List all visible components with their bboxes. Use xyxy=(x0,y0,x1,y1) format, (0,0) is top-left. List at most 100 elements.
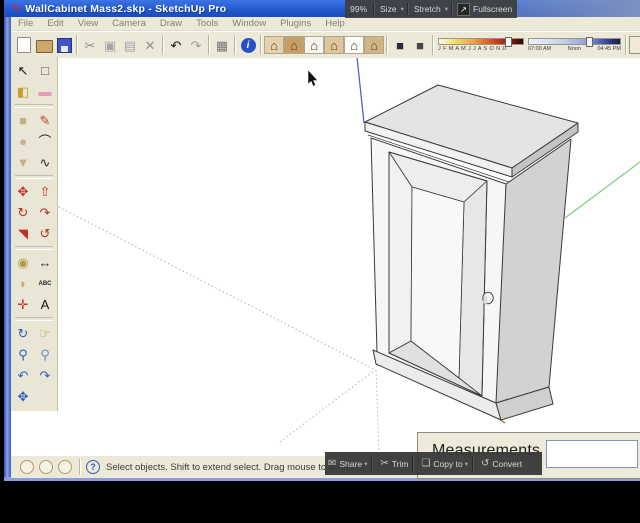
view-left-icon[interactable]: ⌂ xyxy=(364,36,384,54)
pan-tool[interactable]: ☞ xyxy=(34,323,56,344)
view-back-icon[interactable]: ⌂ xyxy=(344,36,364,54)
text-3d-tool[interactable]: A xyxy=(34,294,56,315)
new-glyph xyxy=(17,37,31,53)
toolbar: ✂ ▣ ▤ ✕ ↶ ↷ ▦ i ⌂ ⌂ ⌂ ⌂ ⌂ ⌂ ■ ■ J F M A M J J A S O N D 0… xyxy=(11,31,640,58)
share-caret-icon[interactable]: ▾ xyxy=(364,460,367,468)
circle-tool[interactable]: ● xyxy=(12,131,34,152)
paste-icon[interactable]: ▤ xyxy=(120,35,140,56)
toolbar-separator xyxy=(260,35,262,55)
geo-status-icon[interactable] xyxy=(19,460,34,474)
shadow-date-slider-gradient[interactable] xyxy=(438,37,524,47)
view-top-icon[interactable]: ⌂ xyxy=(284,36,304,54)
push-pull-tool[interactable]: ⇧ xyxy=(34,181,56,202)
dimension-tool[interactable]: ↔ xyxy=(34,252,56,273)
line-tool[interactable]: ✎ xyxy=(34,110,56,131)
polygon-tool[interactable]: ▼ xyxy=(12,152,34,173)
scale-tool[interactable]: ◥ xyxy=(12,223,34,244)
axes-tool[interactable]: ✛ xyxy=(12,294,34,315)
menu-edit[interactable]: Edit xyxy=(40,17,70,30)
zoom-extents-tool[interactable]: ✥ xyxy=(12,386,34,407)
door-bevel-left xyxy=(388,151,413,354)
erase-icon[interactable]: ✕ xyxy=(140,35,160,56)
menu-file[interactable]: File xyxy=(11,17,40,30)
menu-tools[interactable]: Tools xyxy=(189,17,225,30)
protractor-tool[interactable]: ◗ xyxy=(12,273,34,294)
save-icon[interactable] xyxy=(54,35,74,56)
cut-icon[interactable]: ✂ xyxy=(80,35,100,56)
redo-glyph: ↷ xyxy=(190,37,202,53)
shadow-settings-icon[interactable]: ■ xyxy=(390,35,410,56)
undo-icon[interactable]: ↶ xyxy=(166,35,186,56)
eraser-tool[interactable]: ▬ xyxy=(34,81,56,102)
cabinet-door[interactable] xyxy=(388,151,488,397)
copy-icon[interactable]: ▣ xyxy=(100,35,120,56)
share-icon: ✉ xyxy=(328,458,337,469)
stretch-caret-icon[interactable]: ▾ xyxy=(445,5,448,13)
menu-window[interactable]: Window xyxy=(225,17,273,30)
cabinet-right-face[interactable] xyxy=(495,138,572,404)
move-tool[interactable]: ✥ xyxy=(12,181,34,202)
shadow-time-slider-slider-handle[interactable] xyxy=(585,37,593,47)
zoom-next-tool[interactable]: ↷ xyxy=(34,365,56,386)
menu-plugins[interactable]: Plugins xyxy=(273,17,318,30)
menu-draw[interactable]: Draw xyxy=(153,17,189,30)
follow-me-tool[interactable]: ↷ xyxy=(34,202,56,223)
drawing-canvas[interactable] xyxy=(11,57,640,455)
view-right-glyph: ⌂ xyxy=(330,37,338,53)
freehand-tool[interactable]: ∿ xyxy=(34,152,56,173)
capture-stretch-button[interactable]: Stretch xyxy=(412,4,443,14)
zoom-tool[interactable]: ⚲ xyxy=(12,344,34,365)
copy-to-button[interactable]: Copy to xyxy=(433,459,462,469)
shadow-date-slider[interactable]: J F M A M J J A S O N D xyxy=(438,37,524,52)
arc-tool[interactable]: ⌒ xyxy=(34,131,56,152)
shadow-time-slider-gradient[interactable] xyxy=(528,37,621,47)
shadow-toggle-icon[interactable]: ■ xyxy=(410,35,430,56)
copy-to-caret-icon[interactable]: ▾ xyxy=(465,460,468,468)
redo-icon[interactable]: ↷ xyxy=(186,35,206,56)
shadow-time-slider[interactable]: 07:00 AM Noon 04:45 PM xyxy=(528,37,621,52)
trim-button[interactable]: Trim xyxy=(392,459,409,469)
sign-in-status-icon[interactable] xyxy=(57,460,72,474)
print-icon[interactable]: ▦ xyxy=(212,35,232,56)
measurements-input[interactable] xyxy=(546,440,638,468)
menu-camera[interactable]: Camera xyxy=(105,17,153,30)
help-icon[interactable]: i xyxy=(238,35,258,56)
tool-palette: ↖ □ ◧ ▬ ■ ✎ ● ⌒ ▼ ∿ ✥ ⇧ ↻ ↷ ◥ ↺ ◉ ↔ ◗ ABC ✛ A ↻ ☞ ⚲ ⚲ ↶ ↷ ✥ xyxy=(11,57,58,411)
share-button[interactable]: Share xyxy=(339,459,362,469)
toolbar-separator xyxy=(162,35,164,55)
shadow-date-slider-slider-handle[interactable] xyxy=(505,37,513,47)
window-title: WallCabinet Mass2.skp - SketchUp Pro xyxy=(25,2,227,15)
toolbar-separator xyxy=(234,35,236,55)
overlay-separator xyxy=(471,456,474,471)
new-icon[interactable] xyxy=(14,35,34,56)
view-right-icon[interactable]: ⌂ xyxy=(324,36,344,54)
menu-view[interactable]: View xyxy=(71,17,105,30)
shadow-settings-glyph: ■ xyxy=(396,37,404,53)
offset-tool[interactable]: ↺ xyxy=(34,223,56,244)
select-tool[interactable]: ↖ xyxy=(12,60,34,81)
zoom-window-tool[interactable]: ⚲ xyxy=(34,344,56,365)
make-component-tool[interactable]: □ xyxy=(34,60,56,81)
tape-measure-tool[interactable]: ◉ xyxy=(12,252,34,273)
fullscreen-icon[interactable]: ↗ xyxy=(457,2,471,16)
zoom-previous-tool[interactable]: ↶ xyxy=(12,365,34,386)
size-caret-icon[interactable]: ▾ xyxy=(401,5,404,13)
rectangle-tool[interactable]: ■ xyxy=(12,110,34,131)
view-front-icon[interactable]: ⌂ xyxy=(304,36,324,54)
door-knob-shade xyxy=(483,295,488,305)
green-axis xyxy=(564,161,640,219)
cabinet-model[interactable] xyxy=(364,84,579,421)
rotate-tool[interactable]: ↻ xyxy=(12,202,34,223)
view-iso-icon[interactable]: ⌂ xyxy=(264,36,284,54)
capture-size-button[interactable]: Size xyxy=(378,4,399,14)
claim-model-icon[interactable] xyxy=(38,460,53,474)
orbit-tool[interactable]: ↻ xyxy=(12,323,34,344)
title-bar[interactable]: ✎ WallCabinet Mass2.skp - SketchUp Pro xyxy=(4,0,640,17)
menu-help[interactable]: Help xyxy=(318,17,352,30)
text-tool[interactable]: ABC xyxy=(34,273,56,294)
open-icon[interactable] xyxy=(34,35,54,56)
model-viewport[interactable] xyxy=(11,57,640,455)
paint-bucket-tool[interactable]: ◧ xyxy=(12,81,34,102)
convert-button[interactable]: Convert xyxy=(492,459,522,469)
capture-fullscreen-button[interactable]: Fullscreen xyxy=(473,4,512,14)
